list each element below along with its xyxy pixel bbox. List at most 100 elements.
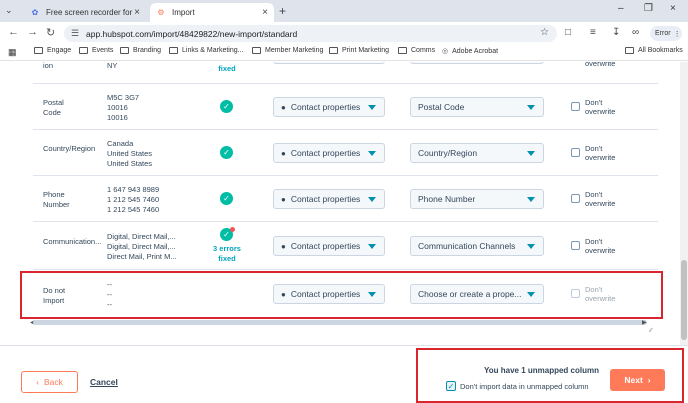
table-row: Phone Number 1 647 943 8989 1 212 545 74… — [33, 176, 658, 222]
check-circle-icon: ✓ — [220, 192, 233, 205]
browser-tab-import[interactable]: ⚙ Import × — [150, 3, 274, 22]
bookmark-star-icon[interactable]: ☆ — [540, 27, 549, 38]
import-footer: ‹ Back Cancel You have 1 unmapped column… — [0, 345, 688, 403]
bookmark-links-marketing[interactable]: Links & Marketing... — [169, 47, 243, 54]
next-button[interactable]: Next › — [610, 369, 665, 391]
chevron-right-icon: › — [647, 375, 651, 385]
object-dropdown[interactable]: ● Contact properties — [273, 189, 385, 209]
sample-values: M5C 3G7 10016 10016 — [107, 93, 140, 122]
apps-grid-icon[interactable]: ▦ — [8, 47, 17, 58]
back-arrow-icon[interactable]: ← — [8, 26, 19, 38]
globe-icon: ◎ — [442, 48, 449, 55]
profile-label: Error — [655, 30, 671, 37]
sample-values: Digital, Direct Mail,... Digital, Direct… — [107, 232, 177, 261]
chevron-left-icon: ‹ — [36, 377, 39, 387]
column-name: Postal Code — [43, 98, 64, 117]
vertical-scrollbar-thumb[interactable] — [681, 260, 687, 340]
tab-title: Free screen recorder for Mac an — [46, 8, 134, 17]
status-fixed: fixed — [218, 64, 236, 73]
sample-values: NY — [107, 62, 118, 70]
close-window-icon[interactable]: × — [670, 3, 676, 14]
ignore-unmapped-checkbox[interactable]: ✓ — [446, 381, 456, 391]
person-icon: ● — [281, 194, 286, 204]
overwrite-checkbox[interactable] — [571, 102, 580, 111]
new-tab-icon[interactable]: + — [279, 4, 286, 18]
profile-error-button[interactable]: Error ⋮ — [650, 26, 682, 41]
reading-list-icon[interactable]: ≡ — [590, 27, 596, 38]
sample-values: 1 647 943 8989 1 212 545 7460 1 212 545 … — [107, 185, 160, 214]
minimize-icon[interactable]: – — [618, 3, 624, 14]
cancel-link[interactable]: Cancel — [90, 377, 118, 387]
error-dot-icon — [230, 227, 235, 232]
bookmark-adobe-acrobat[interactable]: ◎ Adobe Acrobat — [442, 47, 498, 56]
app-icon: ✿ — [31, 8, 39, 17]
check-circle-icon: ✓ — [220, 100, 233, 113]
folder-icon — [329, 47, 338, 54]
person-icon: ● — [281, 148, 286, 158]
import-mapping-page: ion NY fixed overwrite Postal Code M5C 3… — [0, 62, 688, 403]
back-button[interactable]: ‹ Back — [21, 371, 78, 393]
restore-icon[interactable]: ❐ — [644, 3, 653, 14]
ignore-unmapped-label[interactable]: Don't import data in unmapped column — [460, 382, 589, 391]
bookmark-branding[interactable]: Branding — [120, 47, 161, 54]
column-name: Communication... — [43, 237, 102, 246]
browser-toolbar: ← → ↻ ☰ app.hubspot.com/import/48429822/… — [0, 22, 688, 44]
browser-tab-strip: ⌄ ✿ Free screen recorder for Mac an × ⚙ … — [0, 0, 688, 22]
extensions-icon[interactable]: □ — [565, 27, 571, 38]
bookmark-all-bookmarks[interactable]: All Bookmarks — [625, 47, 683, 54]
column-name: Phone Number — [43, 190, 70, 209]
hubspot-icon: ⚙ — [157, 8, 165, 17]
caret-down-icon — [368, 105, 376, 110]
close-tab-icon[interactable]: × — [134, 7, 140, 18]
overwrite-checkbox[interactable] — [571, 194, 580, 203]
bookmark-engage[interactable]: Engage — [34, 47, 71, 54]
property-dropdown[interactable]: Phone Number — [410, 189, 544, 209]
person-icon: ● — [281, 241, 286, 251]
table-row: Country/Region Canada United States Unit… — [33, 130, 658, 176]
bookmark-print-marketing[interactable]: Print Marketing — [329, 47, 389, 54]
caret-down-icon — [368, 197, 376, 202]
table-row: Postal Code M5C 3G7 10016 10016 ✓ ● Cont… — [33, 84, 658, 130]
object-dropdown[interactable]: ● Contact properties — [273, 143, 385, 163]
caret-down-icon — [527, 197, 535, 202]
horizontal-scrollbar[interactable] — [33, 320, 647, 325]
reload-icon[interactable]: ↻ — [46, 26, 55, 39]
overwrite-label: Don't overwrite — [585, 98, 616, 116]
scroll-right-icon[interactable]: ▶ — [642, 319, 647, 326]
translate-icon[interactable]: ∞ — [632, 27, 639, 38]
property-dropdown[interactable]: Country/Region — [410, 143, 544, 163]
property-dropdown[interactable]: Postal Code — [410, 97, 544, 117]
status-errors-fixed: 3 errors fixed — [213, 244, 241, 263]
forward-arrow-icon[interactable]: → — [27, 26, 38, 38]
caret-down-icon — [527, 105, 535, 110]
more-menu-icon: ⋮ — [673, 30, 681, 38]
close-tab-icon[interactable]: × — [262, 7, 268, 18]
object-dropdown[interactable]: ● Contact properties — [273, 236, 385, 256]
object-dropdown[interactable] — [273, 62, 385, 64]
person-icon: ● — [281, 102, 286, 112]
table-row: Communication... Digital, Direct Mail,..… — [33, 222, 658, 270]
folder-icon — [34, 47, 43, 54]
object-dropdown[interactable]: ● Contact properties — [273, 97, 385, 117]
bookmark-comms[interactable]: Comms — [398, 47, 435, 54]
column-name: ion — [43, 62, 54, 70]
download-icon[interactable]: ↧ — [612, 27, 620, 38]
overwrite-checkbox[interactable] — [571, 241, 580, 250]
resize-grip-icon[interactable]: ∕∕ — [650, 328, 652, 334]
caret-down-icon — [527, 244, 535, 249]
site-info-icon[interactable]: ☰ — [71, 28, 79, 39]
tab-search-icon[interactable]: ⌄ — [5, 5, 13, 16]
property-dropdown[interactable] — [410, 62, 544, 64]
url-text: app.hubspot.com/import/48429822/new-impo… — [86, 28, 298, 39]
folder-icon — [79, 47, 88, 54]
caret-down-icon — [527, 151, 535, 156]
address-bar[interactable]: ☰ app.hubspot.com/import/48429822/new-im… — [64, 25, 557, 42]
overwrite-checkbox[interactable] — [571, 148, 580, 157]
browser-tab-recorder[interactable]: ✿ Free screen recorder for Mac an × — [24, 3, 146, 22]
property-dropdown[interactable]: Communication Channels — [410, 236, 544, 256]
bookmarks-bar: ▦ Engage Events Branding Links & Marketi… — [0, 44, 688, 61]
bookmark-events[interactable]: Events — [79, 47, 113, 54]
highlight-box-unmapped-row — [20, 271, 663, 319]
bookmark-member-marketing[interactable]: Member Marketing — [252, 47, 323, 54]
overwrite-label: Don't overwrite — [585, 190, 616, 208]
